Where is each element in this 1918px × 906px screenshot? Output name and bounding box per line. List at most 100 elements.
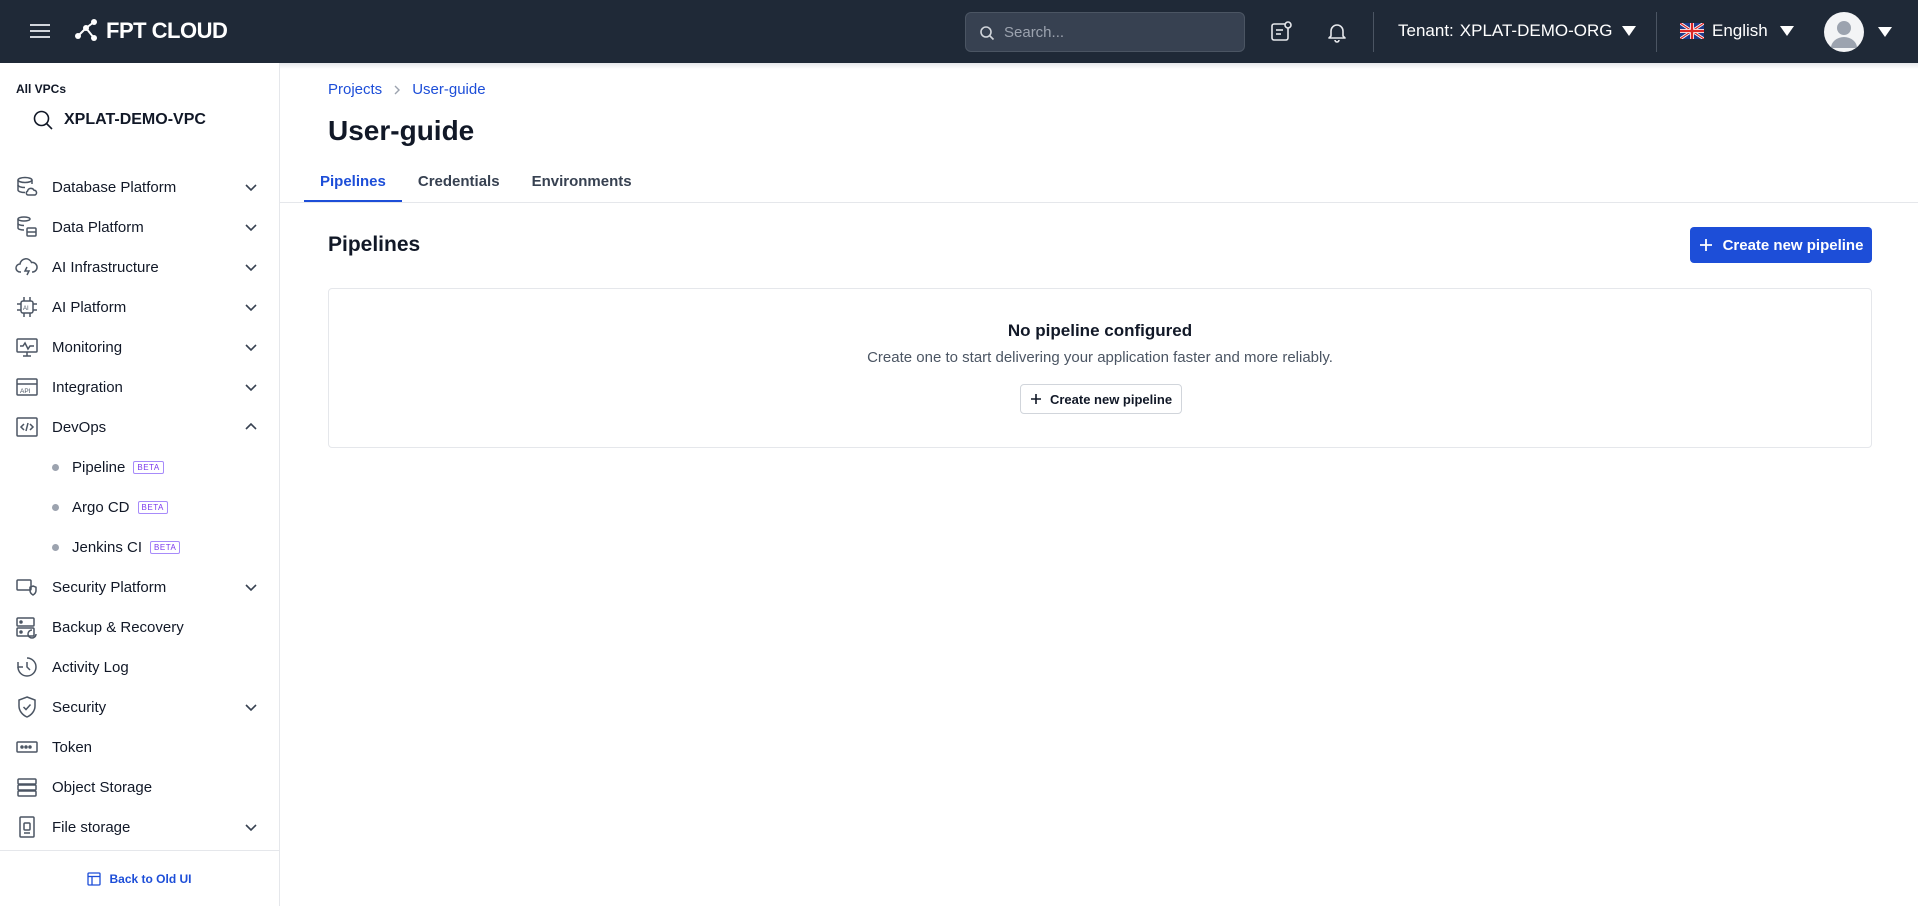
sidebar-item-label: Object Storage [52,778,153,796]
sidebar-item-label: Security Platform [52,578,167,596]
sidebar-item-security[interactable]: Security [0,687,279,727]
object-storage-icon [14,774,40,800]
monitor-pulse-icon [14,334,40,360]
sidebar-item-ai-infrastructure[interactable]: AI Infrastructure [0,247,279,287]
ai-chip-icon: AI [14,294,40,320]
api-icon: API [14,374,40,400]
shield-check-icon [14,694,40,720]
sidebar-item-file-storage[interactable]: File storage [0,807,279,847]
sidebar-item-data-platform[interactable]: Data Platform [0,207,279,247]
page-title: User-guide [328,115,475,146]
brand-logo[interactable]: FPT CLOUD [72,18,228,44]
sidebar-item-devops[interactable]: DevOps [0,407,279,447]
sidebar-item-label: DevOps [52,418,107,436]
bullet-dot [52,503,59,511]
chevron-down-icon [245,184,257,192]
search-icon [33,110,53,130]
chevron-down-icon [245,224,257,232]
backup-icon [14,614,40,640]
user-icon [1831,21,1857,48]
vpc-selector[interactable]: XPLAT-DEMO-VPC [32,109,206,131]
search-box[interactable] [965,12,1245,52]
empty-create-pipeline-label: Create new pipeline [1049,391,1173,407]
tab-bar: Pipelines Credentials Environments [304,163,648,203]
plus-icon [1699,239,1712,251]
clock-icon [14,654,40,680]
sidebar-subitem-jenkins-ci[interactable]: Jenkins CI BETA [0,527,279,567]
beta-badge: BETA [137,500,168,514]
empty-create-pipeline-button[interactable]: Create new pipeline [1020,384,1182,414]
sidebar-subitem-argo-cd[interactable]: Argo CD BETA [0,487,279,527]
chevron-right-icon [392,82,402,98]
sidebar-subitem-pipeline[interactable]: Pipeline BETA [0,447,279,487]
sidebar-item-label: File storage [52,818,131,836]
tab-pipelines[interactable]: Pipelines [304,163,402,203]
language-selector[interactable]: English [1680,21,1794,41]
sidebar-item-activity-log[interactable]: Activity Log [0,647,279,687]
uk-flag-icon [1680,23,1704,39]
beta-badge: BETA [133,460,164,474]
sidebar-item-token[interactable]: Token [0,727,279,767]
sidebar-item-label: Security [52,698,107,716]
beta-badge: BETA [150,540,181,554]
sidebar-item-label: Data Platform [52,218,144,236]
chevron-down-icon [245,304,257,312]
topbar-divider [1656,12,1657,52]
sidebar-item-label: Monitoring [52,338,123,356]
tenant-label: Tenant: [1398,21,1454,40]
sidebar-item-ai-platform[interactable]: AI AI Platform [0,287,279,327]
search-input[interactable] [1004,23,1224,41]
sidebar-item-label: AI Platform [52,298,127,316]
back-to-old-ui-label: Back to Old UI [109,871,192,886]
bell-icon[interactable] [1325,20,1349,44]
plus-icon [1030,394,1041,404]
language-label: English [1712,21,1768,40]
sidebar-item-object-storage[interactable]: Object Storage [0,767,279,807]
user-menu[interactable] [1824,12,1892,52]
caret-down-icon [1878,27,1892,37]
sidebar-subitem-label: Jenkins CI [72,538,143,556]
breadcrumb-projects[interactable]: Projects [328,81,382,98]
layout-icon [87,871,102,886]
sidebar-item-database-platform[interactable]: Database Platform [0,167,279,207]
bullet-dot [52,543,59,551]
sidebar-subitem-label: Argo CD [72,498,130,516]
security-platform-icon [14,574,40,600]
section-title: Pipelines [328,233,421,256]
chevron-down-icon [245,264,257,272]
sidebar-item-label: Backup & Recovery [52,618,184,636]
sidebar: All VPCs XPLAT-DEMO-VPC Database Platfor… [0,63,280,906]
main-content: Projects User-guide User-guide Pipelines… [280,63,1918,906]
tab-divider [280,202,1918,203]
vpc-label: All VPCs [16,82,67,96]
tab-environments[interactable]: Environments [516,163,648,203]
tab-credentials[interactable]: Credentials [402,163,516,203]
sidebar-item-backup-recovery[interactable]: Backup & Recovery [0,607,279,647]
token-icon [14,734,40,760]
breadcrumb-current[interactable]: User-guide [412,81,485,98]
avatar [1824,12,1864,52]
empty-state-description: Create one to start delivering your appl… [867,349,1333,366]
empty-state-card: No pipeline configured Create one to sta… [328,288,1872,448]
menu-icon[interactable] [28,21,52,41]
chevron-down-icon [245,384,257,392]
create-pipeline-label: Create new pipeline [1722,236,1864,254]
announcement-icon[interactable] [1269,20,1293,44]
sidebar-item-integration[interactable]: API Integration [0,367,279,407]
topbar-divider [1373,12,1374,52]
bullet-dot [52,463,59,471]
sidebar-item-security-platform[interactable]: Security Platform [0,567,279,607]
svg-text:API: API [20,388,31,395]
svg-text:AI: AI [23,306,29,312]
sidebar-item-label: AI Infrastructure [52,258,159,276]
tenant-value: XPLAT-DEMO-ORG [1459,21,1613,40]
chevron-down-icon [245,344,257,352]
sidebar-subitem-label: Pipeline [72,458,126,476]
tenant-selector[interactable]: Tenant: XPLAT-DEMO-ORG [1398,21,1637,41]
file-storage-icon [14,814,40,840]
sidebar-item-monitoring[interactable]: Monitoring [0,327,279,367]
sidebar-item-label: Token [52,738,93,756]
create-pipeline-button[interactable]: Create new pipeline [1690,227,1872,263]
sidebar-item-label: Activity Log [52,658,129,676]
back-to-old-ui-link[interactable]: Back to Old UI [0,850,279,906]
